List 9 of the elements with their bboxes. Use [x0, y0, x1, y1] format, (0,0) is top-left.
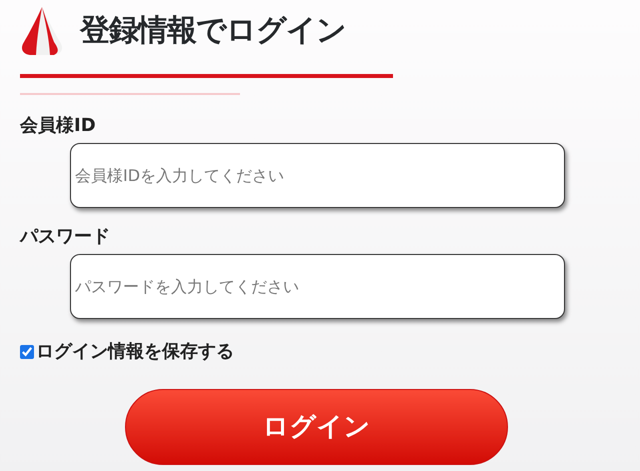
- checkbox[interactable]: [20, 345, 34, 359]
- cone-icon: [20, 6, 64, 56]
- input-field[interactable]: パスワードを入力してください: [70, 254, 565, 319]
- input-field[interactable]: 会員様IDを入力してください: [70, 143, 565, 208]
- field-label: 会員様ID: [20, 117, 97, 135]
- login-button[interactable]: ログイン: [125, 389, 508, 465]
- checkbox-label: ログイン情報を保存する: [36, 343, 234, 361]
- page-title: 登録情報でログイン: [80, 16, 346, 46]
- field-label: パスワード: [20, 228, 111, 246]
